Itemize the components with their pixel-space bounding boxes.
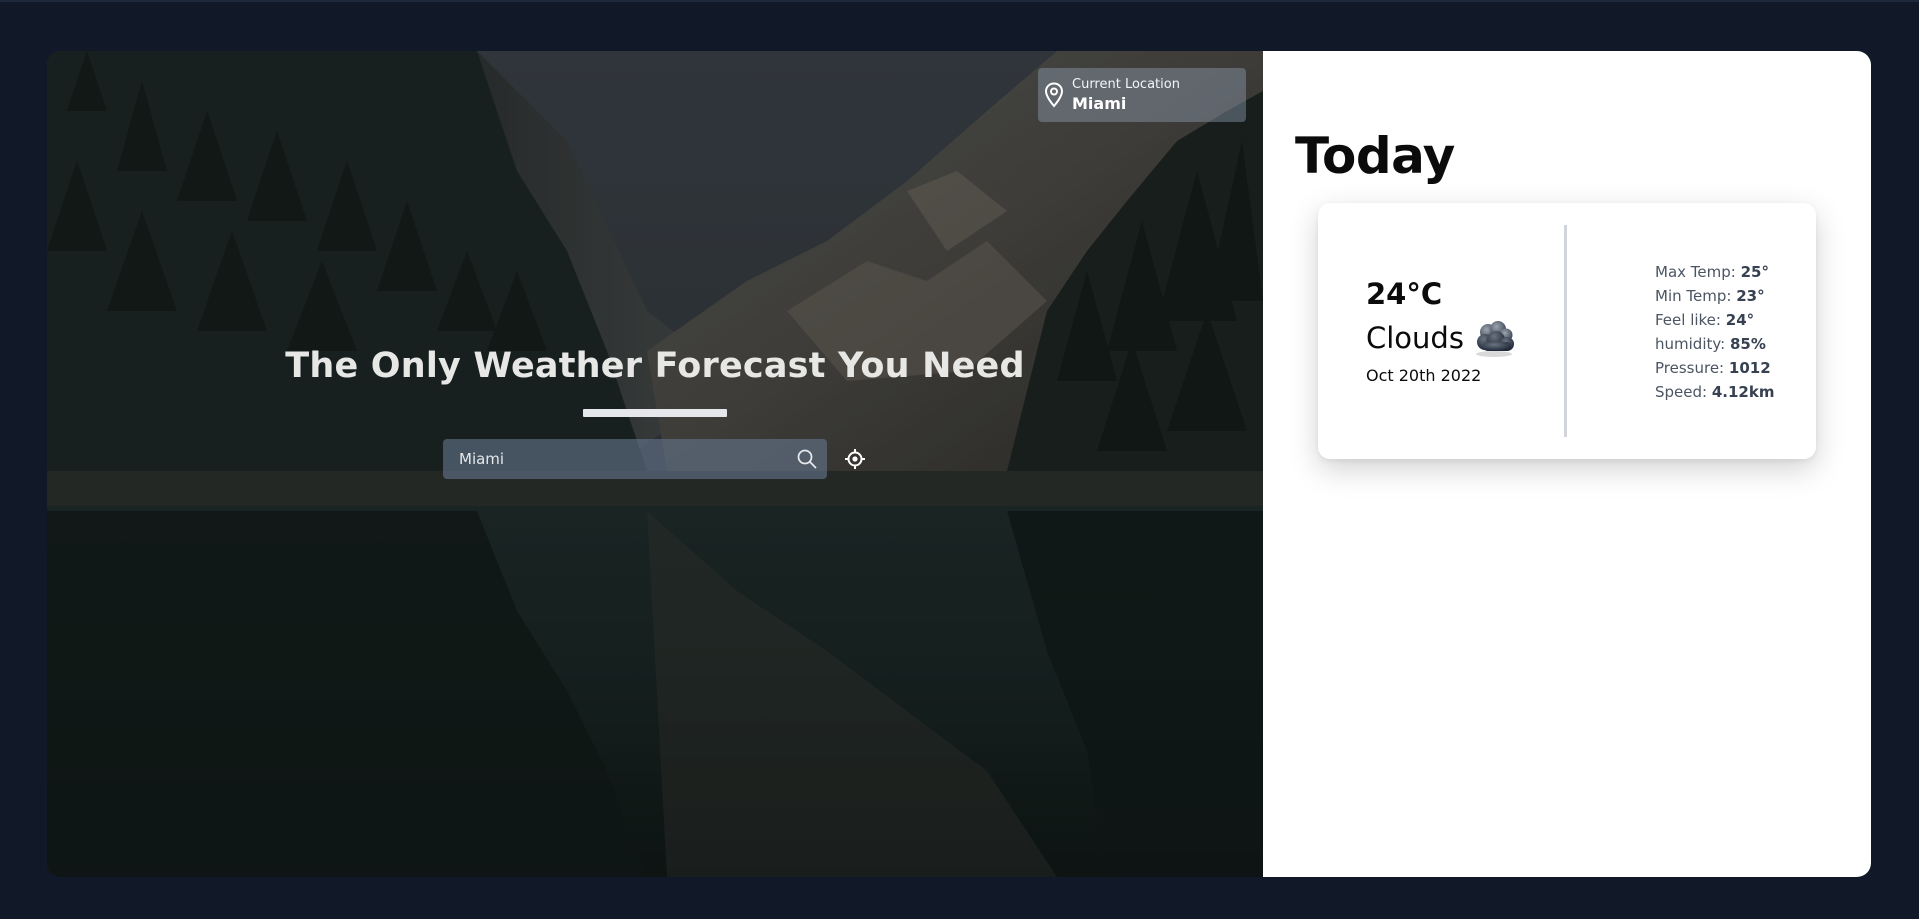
- stat-value: 24°: [1725, 311, 1755, 329]
- stat-value: 4.12km: [1711, 383, 1775, 401]
- weather-condition: Clouds: [1366, 321, 1464, 355]
- stat-humidity: humidity: 85%: [1655, 332, 1774, 356]
- stat-label: Pressure:: [1655, 359, 1725, 377]
- weather-app: Current Location Miami The Only Weather …: [47, 51, 1871, 877]
- page-headline: The Only Weather Forecast You Need: [285, 346, 1025, 386]
- condition-row: Clouds: [1366, 318, 1518, 358]
- stat-value: 23°: [1736, 287, 1765, 305]
- today-weather-card: 24°C Clouds Oct 20th 2022 Max Temp: 25° …: [1318, 203, 1816, 459]
- map-pin-icon: [1044, 81, 1066, 109]
- stat-value: 1012: [1728, 359, 1771, 377]
- stat-value: 25°: [1740, 263, 1769, 281]
- stat-label: humidity:: [1655, 335, 1726, 353]
- crosshair-location-icon: [845, 449, 865, 469]
- search-icon: [797, 449, 817, 469]
- stat-label: Speed:: [1655, 383, 1708, 401]
- today-heading: Today: [1295, 127, 1455, 185]
- current-location-box[interactable]: Current Location Miami: [1038, 68, 1246, 122]
- current-temperature: 24°C: [1366, 277, 1443, 311]
- stat-label: Min Temp:: [1655, 287, 1732, 305]
- card-divider: [1564, 225, 1567, 437]
- search-bar: [443, 439, 827, 479]
- headline-underline: [583, 409, 727, 417]
- today-panel: Today 24°C Clouds Oct 20th 2022 Max Temp…: [1263, 51, 1871, 877]
- clouds-icon: [1475, 321, 1514, 357]
- weather-summary: 24°C Clouds Oct 20th 2022: [1366, 274, 1518, 385]
- use-my-location-button[interactable]: [843, 447, 867, 471]
- stat-label: Max Temp:: [1655, 263, 1736, 281]
- search-button[interactable]: [787, 439, 827, 479]
- stat-label: Feel like:: [1655, 311, 1721, 329]
- stat-min-temp: Min Temp: 23°: [1655, 284, 1774, 308]
- stat-feels-like: Feel like: 24°: [1655, 308, 1774, 332]
- page-background: Current Location Miami The Only Weather …: [0, 0, 1919, 919]
- current-location-text: Current Location Miami: [1072, 76, 1180, 115]
- hero-section: Current Location Miami The Only Weather …: [47, 51, 1263, 877]
- current-location-label: Current Location: [1072, 76, 1180, 92]
- weather-stats-list: Max Temp: 25° Min Temp: 23° Feel like: 2…: [1655, 260, 1774, 404]
- stat-pressure: Pressure: 1012: [1655, 356, 1774, 380]
- forecast-date: Oct 20th 2022: [1366, 366, 1482, 385]
- current-location-city: Miami: [1072, 93, 1127, 113]
- stat-max-temp: Max Temp: 25°: [1655, 260, 1774, 284]
- stat-value: 85%: [1729, 335, 1766, 353]
- stat-wind-speed: Speed: 4.12km: [1655, 380, 1774, 404]
- city-search-input[interactable]: [443, 439, 787, 479]
